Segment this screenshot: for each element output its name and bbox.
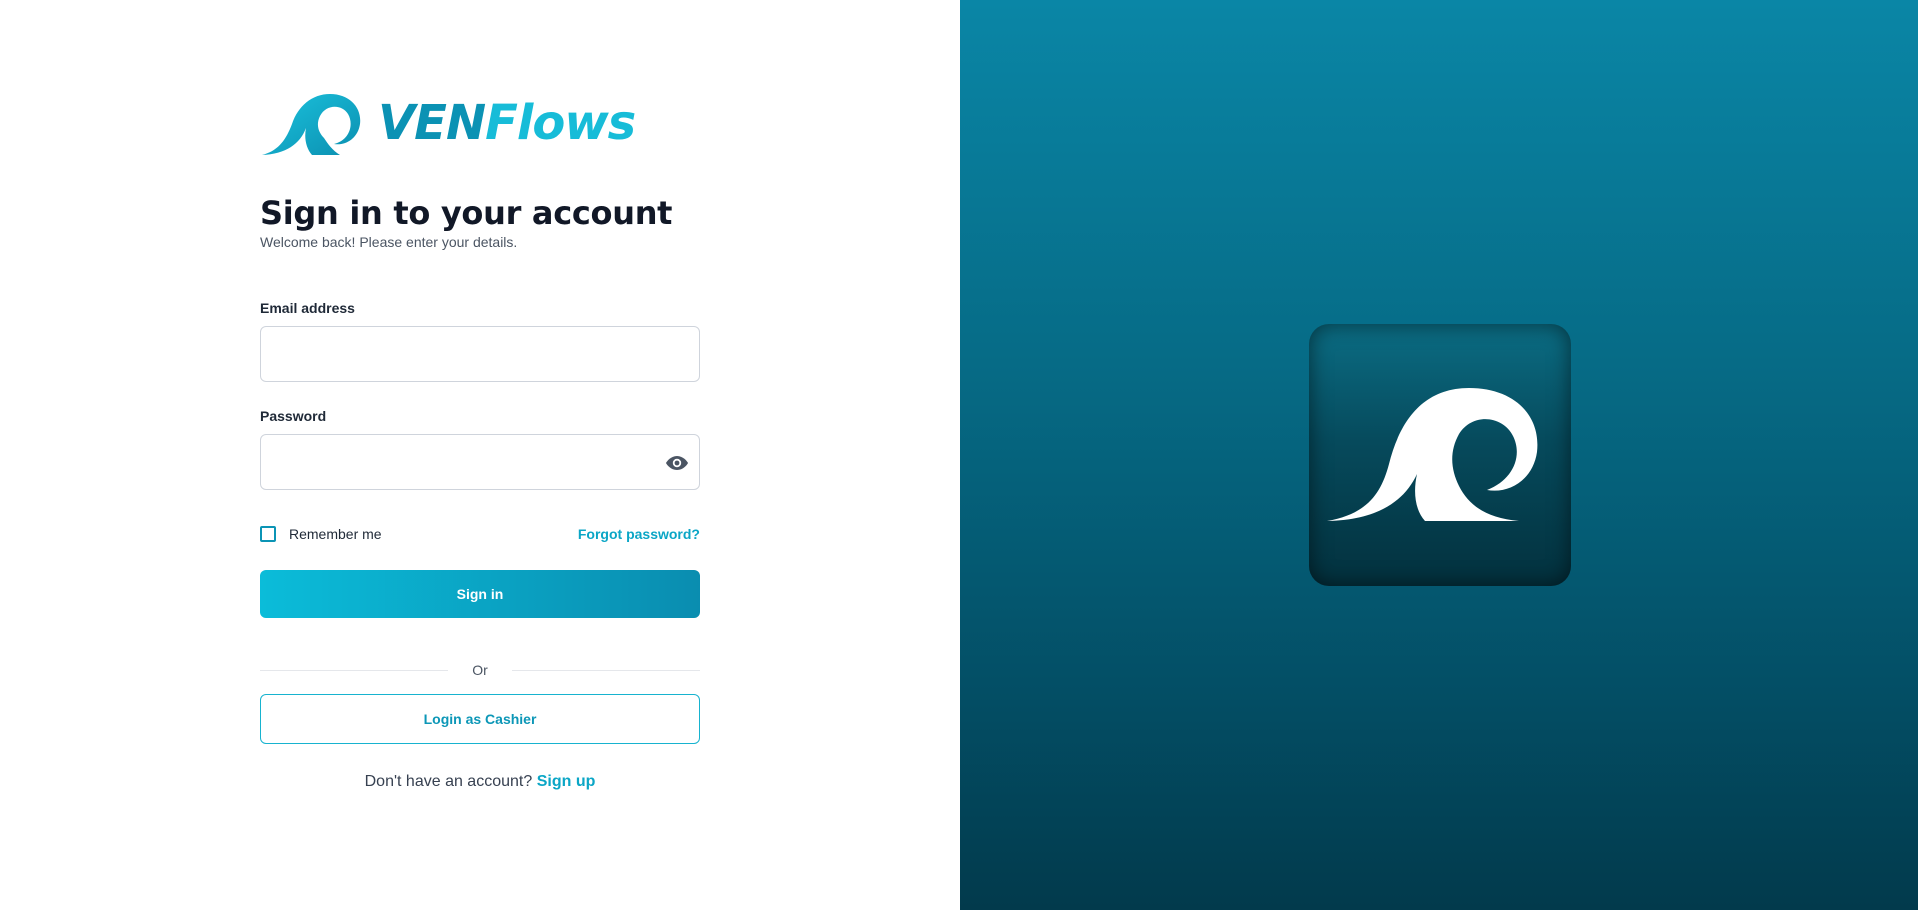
signup-row: Don't have an account? Sign up (260, 773, 700, 791)
signin-form: VENFlows Sign in to your account Welcome… (260, 88, 700, 791)
remember-me-checkbox[interactable] (260, 526, 276, 542)
login-as-cashier-button[interactable]: Login as Cashier (260, 694, 700, 744)
divider-line-right (511, 669, 700, 671)
hero-panel (960, 0, 1918, 910)
eye-icon[interactable] (665, 453, 689, 473)
password-input-box (260, 434, 700, 490)
sign-in-button[interactable]: Sign in (260, 570, 700, 618)
divider-line-left (260, 669, 449, 671)
page-title: Sign in to your account (260, 194, 673, 232)
signin-options-row: Remember me Forgot password? (260, 524, 700, 544)
page-subtitle: Welcome back! Please enter your details. (260, 234, 518, 250)
brand-logo: VENFlows (260, 88, 700, 158)
signup-prompt: Don't have an account? (364, 773, 533, 790)
forgot-password-link[interactable]: Forgot password? (578, 526, 700, 542)
or-divider: Or (260, 660, 700, 680)
wave-logo-icon (262, 94, 361, 155)
brand-wordmark-ven: VEN (378, 95, 486, 151)
email-input[interactable] (261, 327, 699, 381)
brand-wordmark: VENFlows (378, 99, 636, 147)
sign-up-link[interactable]: Sign up (537, 773, 596, 790)
email-input-box (260, 326, 700, 382)
remember-me-label: Remember me (289, 526, 382, 542)
hero-logo-tile (1309, 324, 1571, 586)
password-field-group: Password (260, 408, 700, 490)
wave-logo-icon (1327, 388, 1538, 521)
email-field-group: Email address (260, 300, 700, 382)
remember-me[interactable]: Remember me (260, 526, 382, 542)
brand-wordmark-flows: Flows (485, 95, 636, 151)
signin-panel: VENFlows Sign in to your account Welcome… (0, 0, 960, 910)
password-input[interactable] (261, 435, 699, 489)
email-label: Email address (260, 300, 355, 316)
login-page: VENFlows Sign in to your account Welcome… (0, 0, 1918, 910)
password-label: Password (260, 408, 327, 424)
divider-label: Or (472, 662, 488, 678)
